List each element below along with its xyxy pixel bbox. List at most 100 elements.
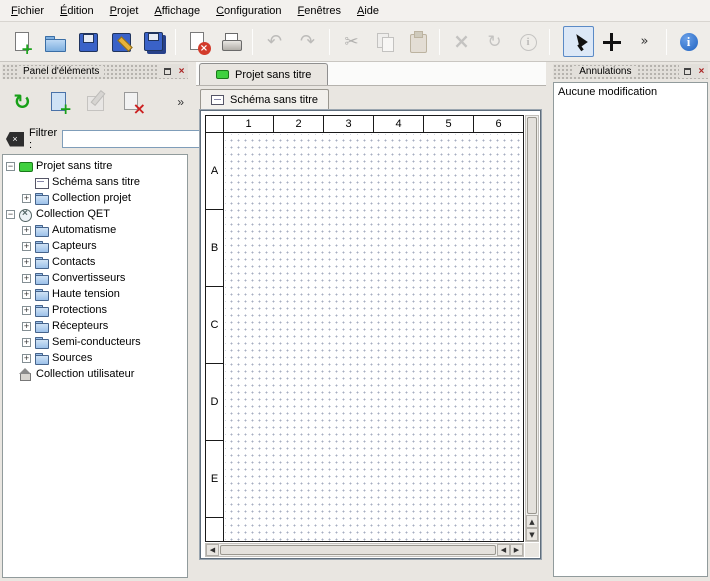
scroll-left-button-2[interactable]: ◀ [497,544,510,556]
menu-item-edition[interactable]: Édition [52,2,102,20]
rotate-button[interactable] [479,26,510,57]
tree-expander[interactable]: + [22,322,31,331]
save-button[interactable] [72,26,103,57]
left-splitter[interactable] [190,62,196,581]
tree-expander[interactable]: − [6,162,15,171]
undo-icon [263,30,287,54]
scroll-up-button[interactable]: ▲ [526,515,538,528]
delete-element-button[interactable] [118,87,148,117]
tree-item-label: Schéma sans titre [52,176,144,188]
panel-overflow-button[interactable]: » [177,95,184,109]
close-panel-button[interactable]: × [175,65,188,78]
tree-expander[interactable]: + [22,242,31,251]
element-panel-titlebar[interactable]: Panel d'éléments × [2,64,188,79]
tree-expander[interactable]: − [6,210,15,219]
tree-item[interactable]: + Protections [3,302,187,318]
tree-expander[interactable]: + [22,274,31,283]
element-panel: Panel d'éléments × » × Filtrer : −Projet… [0,62,190,581]
horizontal-scrollbar-thumb[interactable] [220,545,496,555]
edit-element-button[interactable] [81,87,111,117]
element-info-button[interactable] [512,26,543,57]
tree-expander[interactable]: + [22,290,31,299]
folder-icon [35,256,48,269]
menu-item-affichage[interactable]: Affichage [146,2,208,20]
tree-item[interactable]: +Automatisme [3,222,187,238]
save-all-button[interactable] [138,26,169,57]
schema-icon [211,95,224,105]
float-undo-panel-button[interactable] [681,65,694,78]
copy-button[interactable] [369,26,400,57]
element-panel-titlebar-buttons: × [159,65,188,78]
menu-item-configuration[interactable]: Configuration [208,2,289,20]
tab-schema[interactable]: Schéma sans titre [200,89,329,110]
tree-expander[interactable]: + [22,226,31,235]
clear-filter-button[interactable]: × [6,132,24,147]
save-as-button[interactable] [105,26,136,57]
column-header: 3 [324,116,374,132]
tree-item[interactable]: +Sources [3,350,187,366]
tree-item-label: Protections [52,304,111,316]
toolbar-overflow-button[interactable]: » [629,26,660,57]
new-element-button[interactable] [44,87,74,117]
arrow-left-icon: ◀ [501,546,506,554]
row-header: A [206,133,223,210]
print-button[interactable] [215,26,246,57]
tree-item-label: Semi-conducteurs [52,336,145,348]
about-qet-button[interactable] [673,26,704,57]
redo-button[interactable] [292,26,323,57]
tree-item[interactable]: + Semi-conducteurs [3,334,187,350]
tree-item[interactable]: −Collection QET [3,206,187,222]
scroll-left-button[interactable]: ◀ [206,544,219,556]
folder-icon [35,320,48,333]
undo-button[interactable] [259,26,290,57]
tree-item[interactable]: +Récepteurs [3,318,187,334]
tree-item[interactable]: Collection utilisateur [3,366,187,382]
vertical-scrollbar-thumb[interactable] [527,117,537,514]
move-mode-button[interactable] [596,26,627,57]
select-mode-button[interactable] [563,26,594,57]
close-file-button[interactable] [182,26,213,57]
scroll-down-button[interactable]: ▼ [526,528,538,541]
tree-item[interactable]: Schéma sans titre [3,174,187,190]
tree-item[interactable]: +Collection projet [3,190,187,206]
tab-project[interactable]: Projet sans titre [199,63,328,85]
new-element-icon [47,90,71,114]
scroll-right-button[interactable]: ▶ [510,544,523,556]
tree-expander[interactable]: + [22,306,31,315]
tree-item[interactable]: +Capteurs [3,238,187,254]
open-document-button[interactable] [39,26,70,57]
undo-empty-text: Aucune modification [558,86,657,98]
paste-button[interactable] [402,26,433,57]
menu-item-fichier[interactable]: Fichier [3,2,52,20]
tree-expander[interactable]: + [22,338,31,347]
tree-item[interactable]: +Haute tension [3,286,187,302]
tree-item[interactable]: +Convertisseurs [3,270,187,286]
diagram-canvas[interactable] [225,134,523,541]
tree-item[interactable]: +Contacts [3,254,187,270]
vertical-scrollbar[interactable]: ▲ ▼ [525,115,539,542]
cut-button[interactable] [336,26,367,57]
undo-history-list[interactable]: Aucune modification [553,82,708,577]
undo-panel-titlebar[interactable]: Annulations × [553,64,708,79]
save-all-icon [142,30,166,54]
tree-expander[interactable]: + [22,258,31,267]
menu-item-fenetres[interactable]: Fenêtres [290,2,349,20]
delete-button[interactable] [446,26,477,57]
edit-element-icon [84,90,108,114]
menu-item-aide[interactable]: Aide [349,2,387,20]
main-toolbar: » [0,22,710,62]
tree-item[interactable]: −Projet sans titre [3,158,187,174]
tree-expander[interactable]: + [22,194,31,203]
tree-expander[interactable]: + [22,354,31,363]
arrow-down-icon: ▼ [529,531,534,539]
menu-item-projet[interactable]: Projet [102,2,147,20]
chevron-double-right-icon: » [633,30,657,54]
paste-icon [406,30,430,54]
column-header: 6 [474,116,523,132]
horizontal-scrollbar[interactable]: ◀ ◀ ▶ [205,543,524,557]
refresh-icon [10,90,34,114]
close-undo-panel-button[interactable]: × [695,65,708,78]
new-document-button[interactable] [6,26,37,57]
reload-collections-button[interactable] [7,87,37,117]
float-panel-button[interactable] [161,65,174,78]
